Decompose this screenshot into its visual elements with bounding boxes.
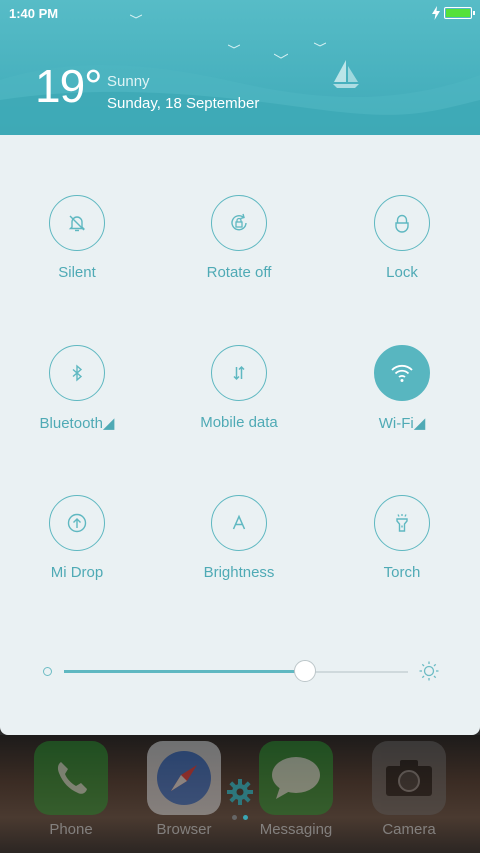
brightness-high-icon: [419, 661, 439, 681]
toggle-mobile-data[interactable]: Mobile data: [169, 345, 309, 431]
toggle-label: Mobile data: [200, 414, 278, 431]
sailboat-icon: [333, 60, 359, 88]
dock-app-camera[interactable]: Camera: [371, 741, 447, 838]
mi-drop-icon: [67, 513, 87, 533]
home-dock: Phone Browser Messaging Camera: [0, 735, 480, 853]
status-time: 1:40 PM: [9, 6, 59, 21]
toggle-label: Rotate off: [206, 264, 272, 281]
weather-header: 1:40 PM 19° Sunny Sunday, 18 September: [0, 0, 480, 135]
rotate-lock-icon: [231, 213, 247, 231]
battery-icon: [444, 7, 475, 19]
toggle-silent[interactable]: Silent: [7, 195, 147, 281]
weather-date: Sunday, 18 September: [107, 95, 260, 112]
toggle-lock-button[interactable]: [374, 195, 430, 251]
toggle-torch[interactable]: Torch: [332, 495, 472, 581]
bird-icon: [274, 53, 288, 59]
toggle-label: Mi Drop: [50, 564, 104, 581]
toggle-rotate[interactable]: Rotate off: [169, 195, 309, 281]
bird-icon: [228, 44, 240, 49]
dock-app-messaging[interactable]: Messaging: [258, 741, 334, 838]
camera-icon[interactable]: [372, 741, 446, 815]
toggle-mi-drop[interactable]: Mi Drop: [7, 495, 147, 581]
toggle-bluetooth-button[interactable]: [49, 345, 105, 401]
page-indicator-dot: [232, 815, 237, 820]
dock-app-phone[interactable]: Phone: [33, 741, 109, 838]
torch-icon: [396, 514, 408, 532]
phone-icon[interactable]: [34, 741, 108, 815]
toggle-mobile-data-button[interactable]: [211, 345, 267, 401]
dock-label: Browser: [156, 821, 212, 838]
toggle-label: Wi-Fi◢: [378, 415, 426, 432]
page-indicator-dot-active: [243, 815, 248, 820]
bluetooth-icon: [72, 364, 83, 382]
toggle-brightness-button[interactable]: [211, 495, 267, 551]
dock-app-browser[interactable]: Browser: [146, 741, 222, 838]
toggle-mi-drop-button[interactable]: [49, 495, 105, 551]
toggle-torch-button[interactable]: [374, 495, 430, 551]
brightness-slider[interactable]: [40, 655, 440, 695]
bird-icon: [314, 42, 326, 47]
dock-label: Phone: [49, 821, 93, 838]
toggle-label: Bluetooth◢: [39, 415, 115, 432]
slider-thumb[interactable]: [293, 660, 316, 682]
bell-off-icon: [68, 215, 86, 232]
toggle-lock[interactable]: Lock: [332, 195, 472, 281]
toggle-label: Torch: [383, 564, 421, 581]
toggle-label: Brightness: [203, 564, 275, 581]
toggle-wifi-button[interactable]: [374, 345, 430, 401]
slider-fill: [64, 670, 305, 673]
compass-icon[interactable]: [147, 741, 221, 815]
toggle-rotate-button[interactable]: [211, 195, 267, 251]
toggle-label: Silent: [58, 264, 96, 281]
lock-icon: [395, 214, 409, 233]
brightness-low-icon: [43, 667, 52, 676]
quick-settings-panel: Silent Rotate off Lock Bluetooth◢ Mobile…: [0, 135, 480, 735]
temperature: 19°: [35, 60, 103, 112]
toggle-silent-button[interactable]: [49, 195, 105, 251]
toggle-label: Lock: [386, 264, 418, 281]
bird-icon: [130, 14, 142, 19]
gear-icon[interactable]: [225, 777, 255, 807]
wifi-icon: [391, 364, 413, 382]
toggle-brightness[interactable]: Brightness: [169, 495, 309, 581]
dock-label: Messaging: [259, 821, 333, 838]
brightness-auto-icon: [232, 514, 246, 530]
message-bubble-icon[interactable]: [259, 741, 333, 815]
weather-condition: Sunny: [107, 73, 150, 90]
dock-label: Camera: [382, 821, 436, 838]
toggle-bluetooth[interactable]: Bluetooth◢: [7, 345, 147, 432]
toggle-wifi[interactable]: Wi-Fi◢: [332, 345, 472, 432]
mobile-data-icon: [233, 365, 245, 381]
charging-icon: [432, 6, 440, 20]
